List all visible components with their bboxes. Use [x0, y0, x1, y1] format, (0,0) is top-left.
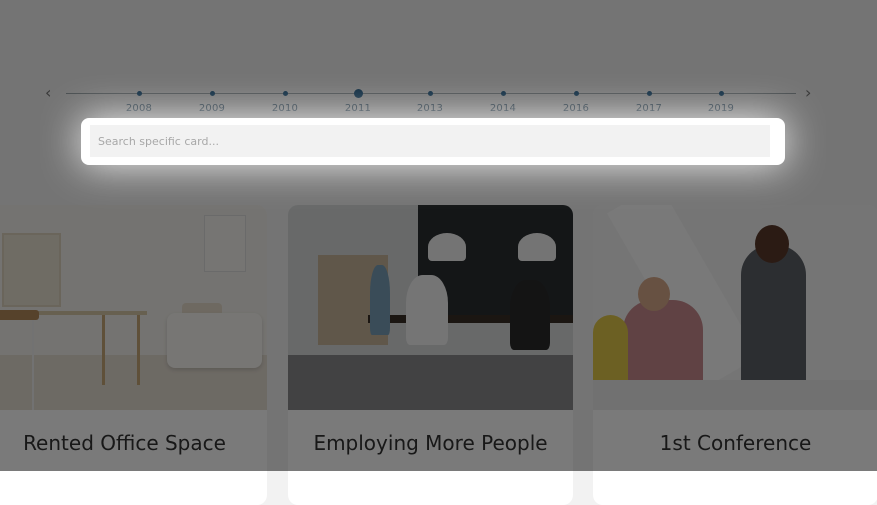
- card-title: Rented Office Space: [23, 431, 226, 455]
- timeline-year-2017[interactable]: 2017: [629, 80, 669, 114]
- timeline-year-2009[interactable]: 2009: [192, 80, 232, 114]
- card-rented-office-space[interactable]: Rented Office Space: [0, 205, 267, 505]
- card-employing-more-people[interactable]: Employing More People: [288, 205, 573, 505]
- card-image: [593, 205, 877, 410]
- timeline-dot: [500, 91, 506, 96]
- timeline-year-2014[interactable]: 2014: [483, 80, 523, 114]
- timeline-year-label: 2008: [125, 103, 153, 114]
- timeline-year-label: 2016: [562, 103, 590, 114]
- card-title: 1st Conference: [659, 431, 812, 455]
- timeline-dot-active: [353, 89, 363, 98]
- timeline-year-2013[interactable]: 2013: [410, 80, 450, 114]
- timeline-dot: [136, 91, 142, 96]
- timeline-year-label: 2019: [707, 103, 735, 114]
- search-input[interactable]: [90, 125, 770, 157]
- timeline-dot: [573, 91, 579, 96]
- timeline-year-label: 2014: [489, 103, 517, 114]
- timeline: ‹ › 2008 2009 2010 2011 2013 2014 2016 2…: [0, 0, 877, 120]
- timeline-dot: [282, 91, 288, 96]
- timeline-year-label: 2011: [344, 103, 372, 114]
- timeline-year-label: 2013: [416, 103, 444, 114]
- card-title: Employing More People: [313, 431, 548, 455]
- chevron-right-icon[interactable]: ›: [805, 84, 811, 102]
- card-image: [288, 205, 573, 410]
- search-container: [81, 118, 785, 165]
- timeline-year-2010[interactable]: 2010: [265, 80, 305, 114]
- card-1st-conference[interactable]: 1st Conference: [593, 205, 877, 505]
- timeline-dot: [209, 91, 215, 96]
- card-image: [0, 205, 267, 410]
- timeline-year-2016[interactable]: 2016: [556, 80, 596, 114]
- timeline-year-label: 2017: [635, 103, 663, 114]
- timeline-year-2011[interactable]: 2011: [338, 80, 378, 114]
- timeline-year-label: 2010: [271, 103, 299, 114]
- timeline-dot: [718, 91, 724, 96]
- timeline-year-2019[interactable]: 2019: [701, 80, 741, 114]
- chevron-left-icon[interactable]: ‹: [45, 84, 51, 102]
- timeline-year-2008[interactable]: 2008: [119, 80, 159, 114]
- timeline-dot: [646, 91, 652, 96]
- timeline-year-label: 2009: [198, 103, 226, 114]
- timeline-dot: [427, 91, 433, 96]
